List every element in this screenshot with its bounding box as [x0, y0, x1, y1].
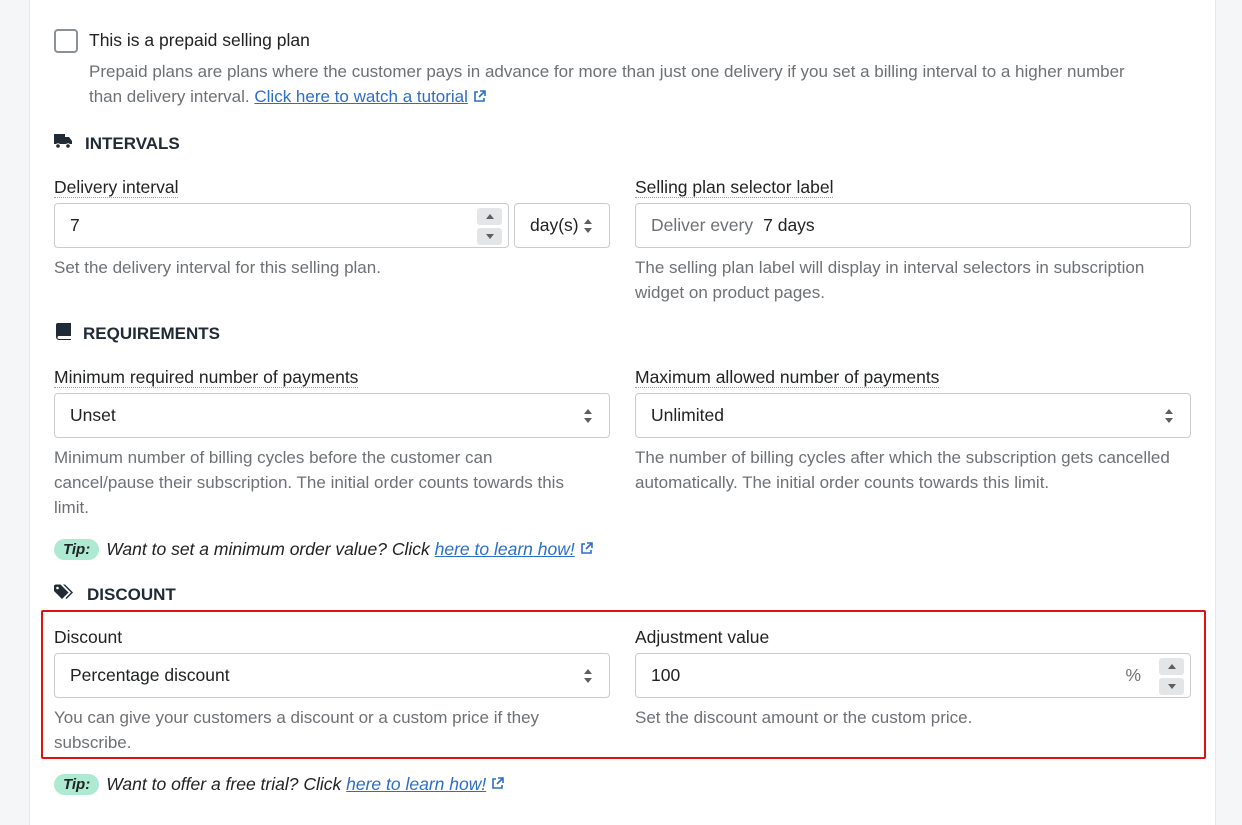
prepaid-checkbox[interactable] [54, 29, 78, 53]
tip-text: Want to set a minimum order value? Click [106, 539, 430, 559]
discount-highlight-box [41, 610, 1206, 759]
select-arrows-icon [1165, 408, 1173, 423]
min-payments-value: Unset [70, 405, 116, 425]
selector-label-help-line2: widget on product pages. [635, 283, 825, 302]
min-order-tip: Tip: Want to set a minimum order value? … [54, 539, 593, 560]
prepaid-help: Prepaid plans are plans where the custom… [89, 59, 1189, 110]
max-payments-help: The number of billing cycles after which… [635, 445, 1170, 495]
tip-learn-link[interactable]: here to learn how! [346, 774, 486, 795]
min-payments-select[interactable]: Unset [54, 393, 610, 438]
prepaid-help-line2: than delivery interval. [89, 87, 250, 106]
external-link-icon[interactable] [473, 85, 486, 110]
external-link-icon[interactable] [580, 539, 593, 560]
book-icon [56, 323, 71, 345]
selector-label-help-line1: The selling plan label will display in i… [635, 258, 1145, 277]
max-payments-value: Unlimited [651, 405, 724, 425]
delivery-interval-label: Delivery interval [54, 177, 179, 198]
delivery-interval-input[interactable]: 7 [54, 203, 509, 248]
intervals-title: INTERVALS [85, 133, 180, 153]
increment-button[interactable] [477, 208, 502, 225]
max-payments-help-line1: The number of billing cycles after which… [635, 448, 1170, 467]
min-payments-help-line3: limit. [54, 498, 89, 517]
min-payments-help-line2: cancel/pause their subscription. The ini… [54, 473, 564, 492]
selector-label-label-wrap: Selling plan selector label [635, 176, 834, 198]
prepaid-help-line2-wrap: than delivery interval. Click here to wa… [89, 84, 1189, 110]
selector-label-prefix: Deliver every [651, 215, 754, 235]
tip-text: Want to offer a free trial? Click [106, 774, 342, 794]
delivery-interval-value: 7 [70, 215, 80, 235]
select-arrows-icon [584, 408, 592, 423]
prepaid-help-line1: Prepaid plans are plans where the custom… [89, 62, 1125, 81]
interval-unit-value: day(s) [530, 215, 579, 235]
tags-icon [54, 584, 75, 606]
select-arrows-icon [584, 218, 592, 233]
max-payments-select[interactable]: Unlimited [635, 393, 1191, 438]
max-payments-label: Maximum allowed number of payments [635, 367, 940, 388]
delivery-interval-help: Set the delivery interval for this selli… [54, 258, 381, 277]
caret-down-icon [485, 234, 494, 239]
selector-label-help: The selling plan label will display in i… [635, 255, 1144, 305]
tip-badge: Tip: [54, 774, 100, 795]
max-payments-label-wrap: Maximum allowed number of payments [635, 366, 940, 388]
min-payments-help-line1: Minimum number of billing cycles before … [54, 448, 493, 467]
max-payments-help-line2: automatically. The initial order counts … [635, 473, 1050, 492]
min-payments-help: Minimum number of billing cycles before … [54, 445, 564, 520]
min-payments-label-wrap: Minimum required number of payments [54, 366, 359, 388]
truck-icon [54, 133, 73, 154]
caret-up-icon [485, 214, 494, 219]
free-trial-tip: Tip: Want to offer a free trial? Click h… [54, 774, 505, 795]
requirements-title: REQUIREMENTS [83, 324, 220, 343]
selector-label-input[interactable]: Deliver every 7 days [635, 203, 1191, 248]
discount-title: DISCOUNT [87, 585, 176, 604]
delivery-interval-label-wrap: Delivery interval [54, 176, 179, 198]
tutorial-link[interactable]: Click here to watch a tutorial [254, 87, 468, 106]
selector-label-label: Selling plan selector label [635, 177, 834, 198]
delivery-interval-stepper[interactable] [477, 208, 502, 245]
min-payments-label: Minimum required number of payments [54, 367, 359, 388]
requirements-section-title: REQUIREMENTS [56, 323, 220, 345]
discount-section-title: DISCOUNT [54, 584, 176, 606]
selector-label-value: 7 days [763, 215, 815, 235]
tip-learn-link[interactable]: here to learn how! [435, 539, 575, 560]
intervals-section-title: INTERVALS [54, 133, 180, 154]
tip-badge: Tip: [54, 539, 100, 560]
external-link-icon[interactable] [491, 774, 505, 795]
prepaid-checkbox-label[interactable]: This is a prepaid selling plan [89, 30, 310, 51]
decrement-button[interactable] [477, 228, 502, 245]
interval-unit-select[interactable]: day(s) [514, 203, 610, 248]
